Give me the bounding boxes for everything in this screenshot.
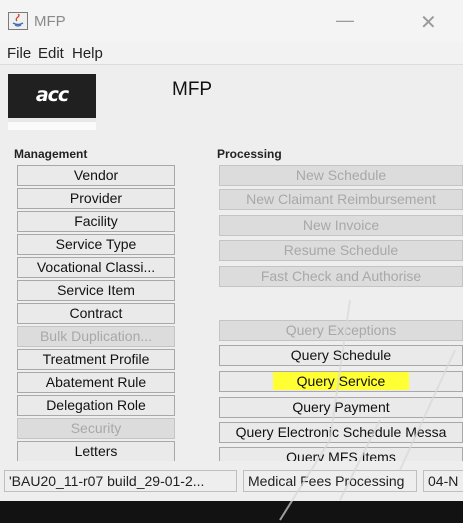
close-button[interactable]: ✕ — [420, 10, 437, 35]
menu-file[interactable]: File — [7, 45, 31, 62]
delegation-role-button[interactable]: Delegation Role — [17, 395, 175, 416]
status-module: Medical Fees Processing — [243, 470, 417, 492]
java-app-icon — [8, 12, 28, 30]
new-schedule-button[interactable]: New Schedule — [219, 165, 463, 186]
contract-button[interactable]: Contract — [17, 303, 175, 324]
query-schedule-button[interactable]: Query Schedule — [219, 345, 463, 366]
logo-text: acc — [35, 84, 69, 106]
query-service-button[interactable]: Query Service — [219, 371, 463, 392]
bottom-edge — [0, 501, 463, 523]
management-heading: Management — [14, 147, 88, 161]
vendor-button[interactable]: Vendor — [17, 165, 175, 186]
security-button[interactable]: Security — [17, 418, 175, 439]
menu-edit[interactable]: Edit — [38, 45, 64, 62]
title-bar: MFP — ✕ — [0, 0, 463, 42]
menu-bar: File Edit Help — [0, 42, 463, 64]
query-payment-button[interactable]: Query Payment — [219, 397, 463, 418]
app-heading: MFP — [172, 79, 213, 100]
query-exceptions-button[interactable]: Query Exceptions — [219, 320, 463, 341]
fast-check-authorise-button[interactable]: Fast Check and Authorise — [219, 266, 463, 287]
window-title: MFP — [34, 13, 66, 30]
status-build: 'BAU20_11-r07 build_29-01-2... — [4, 470, 237, 492]
main-panel: acc MFP Management Processing Vendor Pro… — [0, 64, 463, 462]
facility-button[interactable]: Facility — [17, 211, 175, 232]
service-item-button[interactable]: Service Item — [17, 280, 175, 301]
treatment-profile-button[interactable]: Treatment Profile — [17, 349, 175, 370]
new-claimant-reimbursement-button[interactable]: New Claimant Reimbursement — [219, 189, 463, 210]
resume-schedule-button[interactable]: Resume Schedule — [219, 240, 463, 261]
menu-help[interactable]: Help — [72, 45, 103, 62]
letters-button[interactable]: Letters — [17, 441, 175, 462]
new-invoice-button[interactable]: New Invoice — [219, 215, 463, 236]
query-mfs-items-button[interactable]: Query MFS Items — [219, 447, 463, 462]
acc-logo: acc — [8, 74, 96, 130]
status-bar: 'BAU20_11-r07 build_29-01-2... Medical F… — [0, 461, 463, 501]
status-date: 04-N — [423, 470, 463, 492]
bulk-duplication-button[interactable]: Bulk Duplication... — [17, 326, 175, 347]
abatement-rule-button[interactable]: Abatement Rule — [17, 372, 175, 393]
provider-button[interactable]: Provider — [17, 188, 175, 209]
service-type-button[interactable]: Service Type — [17, 234, 175, 255]
processing-heading: Processing — [217, 147, 282, 161]
vocational-classification-button[interactable]: Vocational Classi... — [17, 257, 175, 278]
logo-subtitle-strip — [8, 122, 96, 130]
minimize-button[interactable]: — — [336, 10, 354, 31]
query-electronic-schedule-messages-button[interactable]: Query Electronic Schedule Messa — [219, 422, 463, 443]
